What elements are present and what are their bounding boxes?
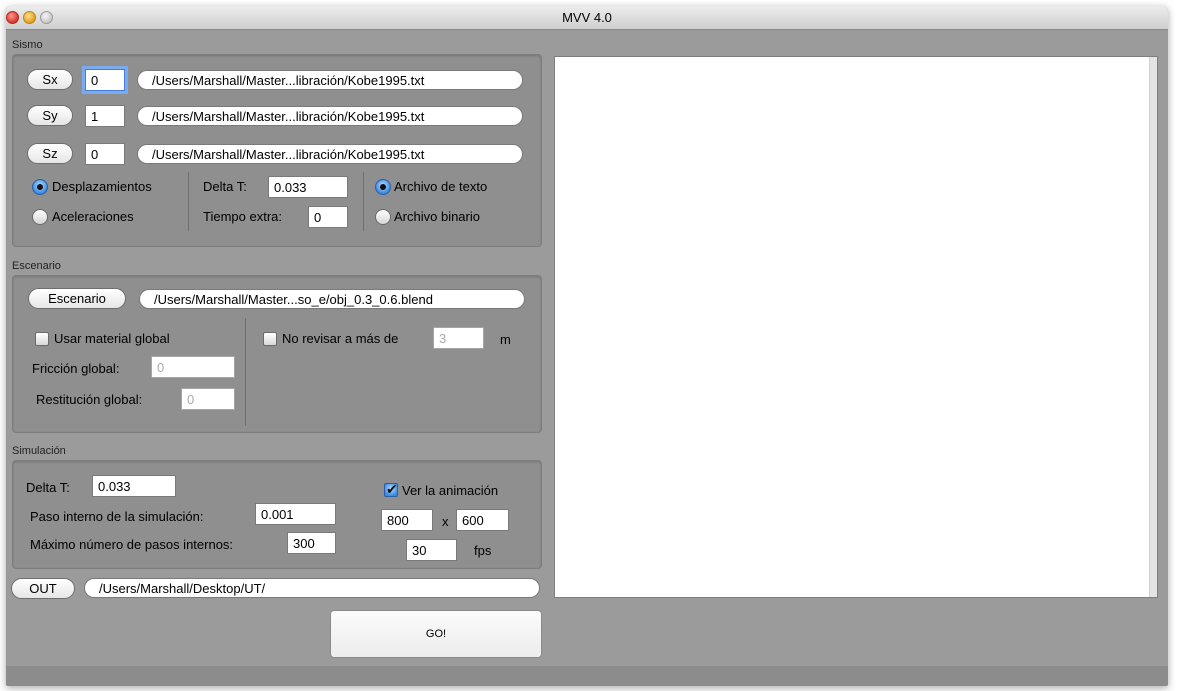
sz-path-field[interactable]: /Users/Marshall/Master...libración/Kobe1… xyxy=(137,144,523,164)
window-title: MVV 4.0 xyxy=(562,10,612,25)
anim-width-field[interactable] xyxy=(381,509,433,531)
no-revisar-label: No revisar a más de xyxy=(282,331,399,346)
animation-preview-area[interactable] xyxy=(554,56,1158,598)
restitucion-global-label: Restitución global: xyxy=(36,392,143,407)
sismo-section-label: Sismo xyxy=(12,39,43,51)
fps-label: fps xyxy=(474,543,492,558)
no-revisar-unit: m xyxy=(500,332,511,347)
restitucion-global-field[interactable] xyxy=(181,388,235,410)
out-path-field[interactable]: /Users/Marshall/Desktop/UT/ xyxy=(84,578,540,598)
sismo-delta-t-field[interactable] xyxy=(268,176,348,198)
sx-button[interactable]: Sx xyxy=(27,69,73,90)
tiempo-extra-label: Tiempo extra: xyxy=(203,209,282,224)
sismo-divider-1 xyxy=(188,172,189,231)
max-pasos-label: Máximo número de pasos internos: xyxy=(30,537,234,552)
archivo-texto-radio[interactable] xyxy=(375,179,391,195)
no-revisar-checkbox[interactable] xyxy=(263,332,277,346)
friccion-global-field[interactable] xyxy=(151,356,235,378)
sim-delta-t-field[interactable] xyxy=(92,475,176,497)
sy-index-field[interactable] xyxy=(85,105,125,127)
sy-button[interactable]: Sy xyxy=(27,105,73,126)
simulacion-section-label: Simulación xyxy=(12,445,66,457)
sy-path-field[interactable]: /Users/Marshall/Master...libración/Kobe1… xyxy=(137,106,523,126)
tiempo-extra-field[interactable] xyxy=(308,206,348,228)
friccion-global-label: Fricción global: xyxy=(32,361,120,376)
sx-path-field[interactable]: /Users/Marshall/Master...libración/Kobe1… xyxy=(137,70,523,90)
anim-by-label: x xyxy=(442,514,449,529)
go-button[interactable]: GO! xyxy=(330,610,542,658)
ver-animacion-checkbox[interactable] xyxy=(384,481,398,498)
out-button[interactable]: OUT xyxy=(11,578,75,599)
desplazamientos-radio[interactable] xyxy=(32,179,48,195)
no-revisar-field[interactable] xyxy=(433,327,484,349)
sismo-delta-t-label: Delta T: xyxy=(203,179,247,194)
archivo-texto-label: Archivo de texto xyxy=(394,179,488,194)
escenario-divider xyxy=(245,318,246,426)
escenario-button[interactable]: Escenario xyxy=(28,288,126,309)
paso-interno-field[interactable] xyxy=(255,503,336,525)
ver-animacion-label: Ver la animación xyxy=(402,483,499,498)
aceleraciones-radio[interactable] xyxy=(32,209,48,225)
window-bottom-bar xyxy=(6,666,1168,686)
title-bar: MVV 4.0 xyxy=(6,6,1168,30)
desplazamientos-label: Desplazamientos xyxy=(52,179,152,194)
sz-button[interactable]: Sz xyxy=(27,143,73,164)
sismo-divider-2 xyxy=(363,172,364,231)
usar-material-global-label: Usar material global xyxy=(54,331,170,346)
max-pasos-field[interactable] xyxy=(287,532,336,554)
escenario-path-field[interactable]: /Users/Marshall/Master...so_e/obj_0.3_0.… xyxy=(139,289,525,309)
fps-field[interactable] xyxy=(406,539,457,561)
escenario-section-label: Escenario xyxy=(12,260,61,272)
aceleraciones-label: Aceleraciones xyxy=(52,209,134,224)
sz-index-field[interactable] xyxy=(85,143,125,165)
preview-scrollbar[interactable] xyxy=(1149,57,1157,597)
anim-height-field[interactable] xyxy=(456,509,509,531)
archivo-binario-radio[interactable] xyxy=(375,209,391,225)
paso-interno-label: Paso interno de la simulación: xyxy=(30,509,204,524)
sim-delta-t-label: Delta T: xyxy=(26,480,70,495)
archivo-binario-label: Archivo binario xyxy=(394,209,480,224)
sx-index-field[interactable] xyxy=(85,69,125,91)
app-window: MVV 4.0 Sismo Sx /Users/Marshall/Master.… xyxy=(6,6,1168,686)
usar-material-global-checkbox[interactable] xyxy=(35,332,49,346)
